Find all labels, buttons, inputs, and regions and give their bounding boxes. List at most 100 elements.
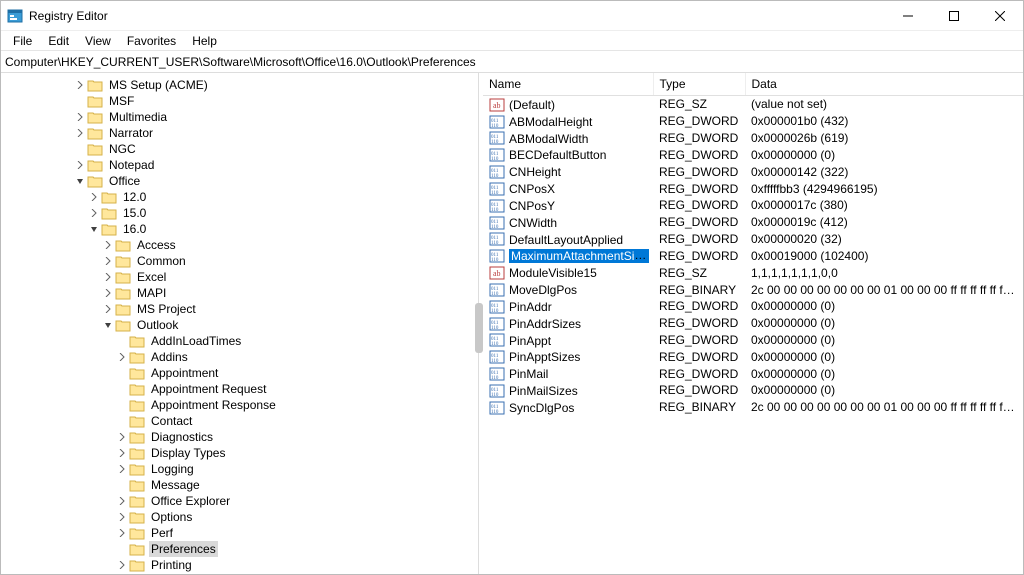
value-name: ModuleVisible15 [509,266,597,280]
chevron-right-icon[interactable] [73,158,87,172]
table-row[interactable]: ab(Default)REG_SZ(value not set) [483,96,1023,113]
tree-item[interactable]: Narrator [1,125,478,141]
table-row[interactable]: 011110PinMailSizesREG_DWORD0x00000000 (0… [483,382,1023,399]
minimize-button[interactable] [885,1,931,31]
column-header-name[interactable]: Name [483,73,653,96]
menu-edit[interactable]: Edit [40,32,77,50]
table-row[interactable]: abModuleVisible15REG_SZ1,1,1,1,1,1,1,0,0 [483,264,1023,281]
table-row[interactable]: 011110CNWidthREG_DWORD0x0000019c (412) [483,214,1023,231]
tree-item[interactable]: Logging [1,461,478,477]
chevron-right-icon[interactable] [87,206,101,220]
chevron-right-icon[interactable] [87,190,101,204]
tree-item[interactable]: Office [1,173,478,189]
table-row[interactable]: 011110ABModalHeightREG_DWORD0x000001b0 (… [483,113,1023,130]
folder-icon [129,558,145,572]
tree-item[interactable]: Display Types [1,445,478,461]
chevron-right-icon[interactable] [115,526,129,540]
table-row[interactable]: 011110BECDefaultButtonREG_DWORD0x0000000… [483,146,1023,163]
maximize-button[interactable] [931,1,977,31]
tree-item[interactable]: Multimedia [1,109,478,125]
table-row[interactable]: 011110MoveDlgPosREG_BINARY2c 00 00 00 00… [483,281,1023,298]
tree-item[interactable]: MAPI [1,285,478,301]
address-input[interactable] [1,53,1023,71]
table-row[interactable]: 011110MaximumAttachmentSizeREG_DWORD0x00… [483,247,1023,264]
chevron-right-icon[interactable] [101,238,115,252]
tree-item[interactable]: Message [1,477,478,493]
table-row[interactable]: 011110CNPosYREG_DWORD0x0000017c (380) [483,197,1023,214]
tree-item[interactable]: Appointment Request [1,381,478,397]
chevron-right-icon[interactable] [115,446,129,460]
table-row[interactable]: 011110PinAddrREG_DWORD0x00000000 (0) [483,298,1023,315]
tree-item[interactable]: Options [1,509,478,525]
tree-item[interactable]: AddInLoadTimes [1,333,478,349]
table-row[interactable]: 011110PinAddrSizesREG_DWORD0x00000000 (0… [483,315,1023,332]
table-row[interactable]: 011110DefaultLayoutAppliedREG_DWORD0x000… [483,231,1023,248]
column-header-type[interactable]: Type [653,73,745,96]
chevron-down-icon[interactable] [87,222,101,236]
close-button[interactable] [977,1,1023,31]
table-row[interactable]: 011110PinApptSizesREG_DWORD0x00000000 (0… [483,348,1023,365]
menu-file[interactable]: File [5,32,40,50]
tree-item[interactable]: Excel [1,269,478,285]
tree-item[interactable]: Printing [1,557,478,573]
chevron-right-icon[interactable] [115,430,129,444]
values-pane[interactable]: Name Type Data ab(Default)REG_SZ(value n… [483,73,1023,574]
table-row[interactable]: 011110SyncDlgPosREG_BINARY2c 00 00 00 00… [483,399,1023,416]
folder-icon [129,478,145,492]
chevron-right-icon[interactable] [73,78,87,92]
tree-item[interactable]: Outlook [1,317,478,333]
tree-item[interactable]: MS Project [1,301,478,317]
tree-item[interactable]: MSF [1,93,478,109]
chevron-right-icon[interactable] [115,462,129,476]
table-row[interactable]: 011110ABModalWidthREG_DWORD0x0000026b (6… [483,130,1023,147]
chevron-right-icon[interactable] [73,110,87,124]
value-type: REG_DWORD [653,214,745,231]
tree-item[interactable]: Appointment Response [1,397,478,413]
chevron-down-icon[interactable] [101,318,115,332]
chevron-right-icon[interactable] [101,302,115,316]
menu-help[interactable]: Help [184,32,225,50]
registry-editor-window: Registry Editor FileEditViewFavoritesHel… [0,0,1024,575]
menu-view[interactable]: View [77,32,119,50]
tree-item[interactable]: Common [1,253,478,269]
chevron-right-icon[interactable] [101,286,115,300]
tree-item[interactable]: Diagnostics [1,429,478,445]
chevron-down-icon[interactable] [73,174,87,188]
folder-icon [129,334,145,348]
value-name: CNWidth [509,216,557,230]
tree-item[interactable]: 12.0 [1,189,478,205]
column-header-data[interactable]: Data [745,73,1023,96]
chevron-right-icon[interactable] [115,558,129,572]
tree-item[interactable]: Preferences [1,541,478,557]
tree-item[interactable]: Office Explorer [1,493,478,509]
reg-dword-icon: 011110 [489,300,505,314]
chevron-right-icon[interactable] [115,350,129,364]
chevron-right-icon[interactable] [101,254,115,268]
reg-dword-icon: 011110 [489,165,505,179]
table-row[interactable]: 011110CNHeightREG_DWORD0x00000142 (322) [483,163,1023,180]
tree-item[interactable]: Addins [1,349,478,365]
splitter[interactable] [479,73,483,574]
chevron-right-icon[interactable] [115,510,129,524]
chevron-right-icon[interactable] [73,126,87,140]
tree-item[interactable]: 15.0 [1,205,478,221]
tree-item[interactable]: MS Setup (ACME) [1,77,478,93]
svg-text:110: 110 [491,140,499,145]
splitter-thumb[interactable] [475,303,483,353]
tree-item[interactable]: Profiles [1,573,478,574]
table-row[interactable]: 011110CNPosXREG_DWORD0xfffffbb3 (4294966… [483,180,1023,197]
tree-item[interactable]: Notepad [1,157,478,173]
tree-item[interactable]: Access [1,237,478,253]
value-type: REG_DWORD [653,332,745,349]
tree-pane[interactable]: MS Setup (ACME)MSFMultimediaNarratorNGCN… [1,73,479,574]
table-row[interactable]: 011110PinMailREG_DWORD0x00000000 (0) [483,365,1023,382]
tree-item[interactable]: Appointment [1,365,478,381]
chevron-right-icon[interactable] [101,270,115,284]
menu-favorites[interactable]: Favorites [119,32,184,50]
chevron-right-icon[interactable] [115,494,129,508]
tree-item[interactable]: Perf [1,525,478,541]
tree-item[interactable]: 16.0 [1,221,478,237]
tree-item[interactable]: Contact [1,413,478,429]
tree-item[interactable]: NGC [1,141,478,157]
table-row[interactable]: 011110PinApptREG_DWORD0x00000000 (0) [483,332,1023,349]
